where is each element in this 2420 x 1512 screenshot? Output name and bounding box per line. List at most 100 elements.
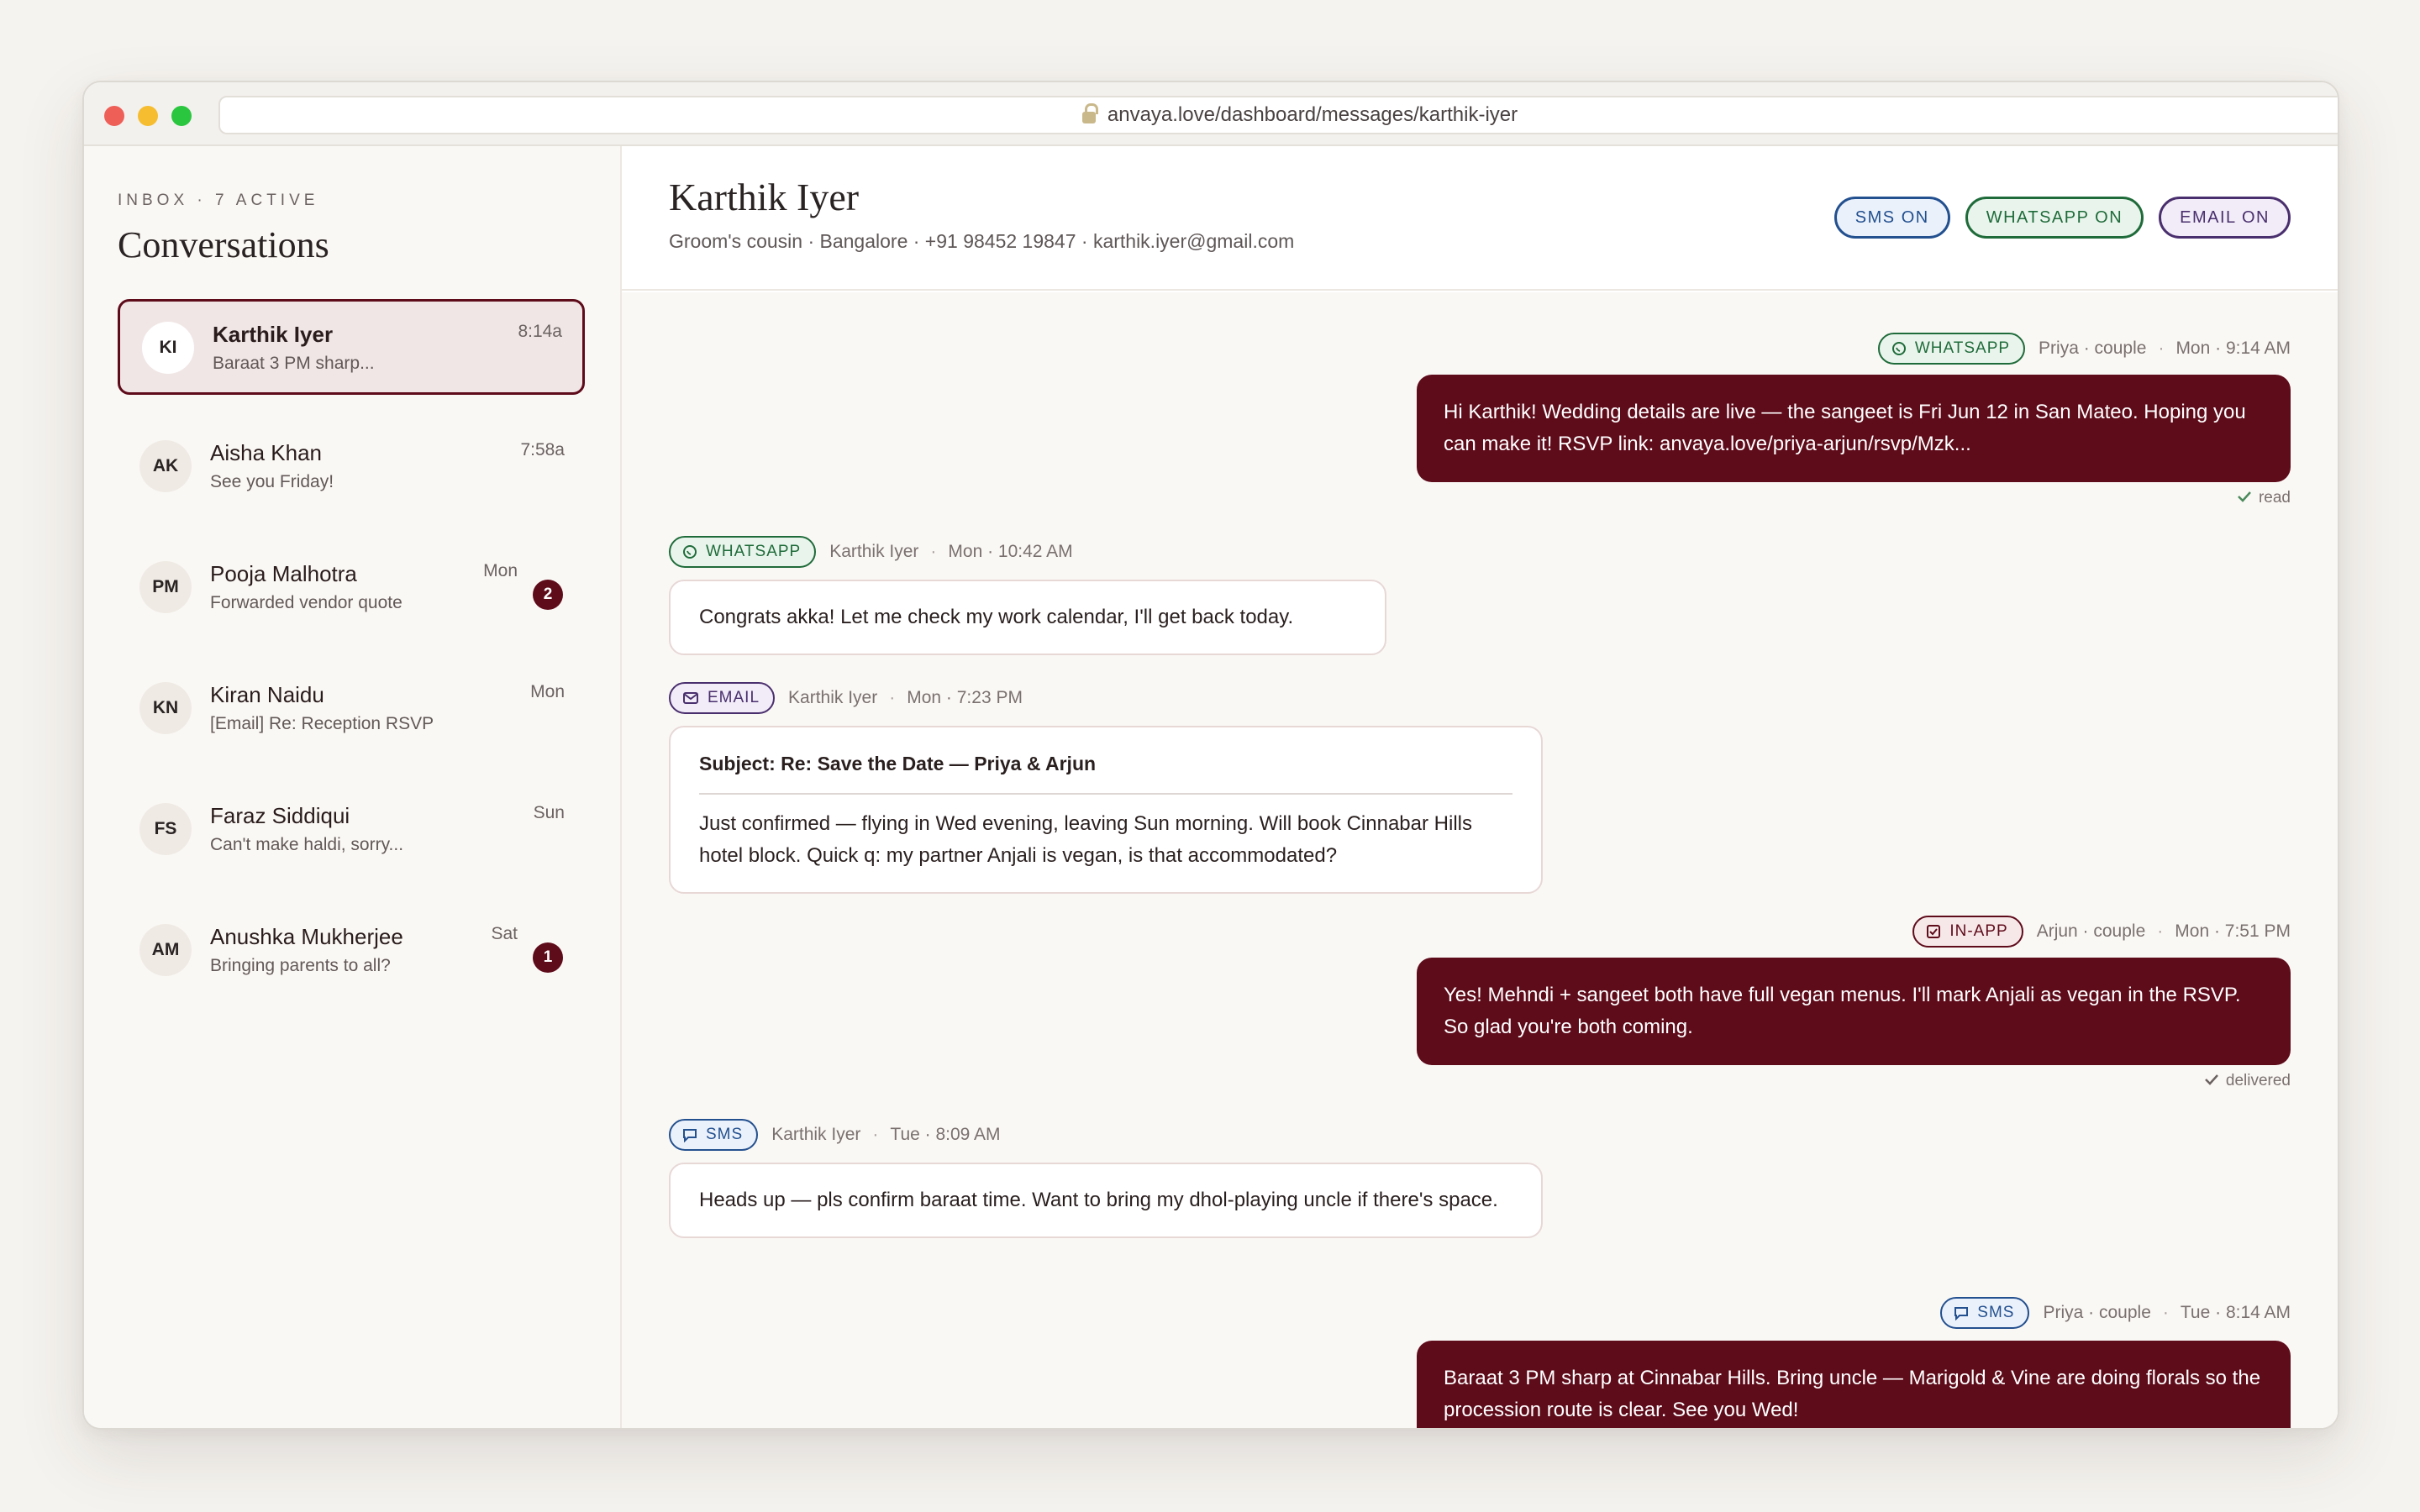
- channel-chip-email: EMAIL: [669, 682, 776, 714]
- message-bubble-incoming: Heads up — pls confirm baraat time. Want…: [669, 1163, 1543, 1238]
- conversation-preview: Baraat 3 PM sharp...: [213, 354, 375, 373]
- envelope-icon: [682, 691, 699, 705]
- conversation-time: 8:14a: [518, 322, 562, 341]
- conversation-preview: Forwarded vendor quote: [210, 593, 402, 612]
- minimize-window-button[interactable]: [138, 106, 158, 126]
- url-text: anvaya.love/dashboard/messages/karthik-i…: [1107, 103, 1518, 126]
- message-bubble-outgoing: Hi Karthik! Wedding details are live — t…: [1417, 375, 2291, 482]
- message-bubble-incoming: Congrats akka! Let me check my work cale…: [669, 580, 1386, 655]
- message-time: Mon · 10:42 AM: [948, 542, 1073, 561]
- conversation-item-karthik-iyer[interactable]: KI Karthik Iyer Baraat 3 PM sharp... 8:1…: [118, 299, 585, 395]
- whatsapp-toggle[interactable]: WHATSAPP ON: [1965, 197, 2144, 239]
- message-meta: SMS Priya · couple · Tue · 8:14 AM: [1940, 1297, 2291, 1329]
- whatsapp-icon: [682, 544, 697, 559]
- browser-titlebar: anvaya.love/dashboard/messages/karthik-i…: [84, 82, 2338, 146]
- email-message-card: Subject: Re: Save the Date — Priya & Arj…: [669, 726, 1543, 894]
- check-icon: [2204, 1072, 2219, 1090]
- channel-label: SMS: [1977, 1304, 2015, 1321]
- conversation-preview: [Email] Re: Reception RSVP: [210, 714, 434, 733]
- message-meta: WHATSAPP Karthik Iyer · Mon · 10:42 AM: [669, 536, 1073, 568]
- channel-label: SMS: [706, 1126, 744, 1143]
- unread-badge: 2: [533, 580, 563, 610]
- message-bubble-outgoing: Baraat 3 PM sharp at Cinnabar Hills. Bri…: [1417, 1341, 2291, 1428]
- channel-label: IN-APP: [1949, 922, 2008, 940]
- conversation-item-anushka-mukherjee[interactable]: AM Anushka Mukherjee Bringing parents to…: [118, 904, 585, 1000]
- channel-label: WHATSAPP: [1914, 339, 2011, 357]
- conversation-name: Anushka Mukherjee: [210, 924, 403, 949]
- browser-window: anvaya.love/dashboard/messages/karthik-i…: [82, 81, 2339, 1430]
- lock-icon: [1081, 103, 1098, 123]
- separator-dot: ·: [2158, 339, 2165, 358]
- message-sender: Priya · couple: [2039, 339, 2147, 358]
- separator-dot: ·: [930, 542, 937, 561]
- in-app-icon: [1926, 924, 1941, 939]
- email-subject: Subject: Re: Save the Date — Priya & Arj…: [699, 748, 1512, 795]
- message-meta: WHATSAPP Priya · couple · Mon · 9:14 AM: [1877, 333, 2291, 365]
- message-time: Tue · 8:14 AM: [2180, 1303, 2291, 1322]
- close-window-button[interactable]: [104, 106, 124, 126]
- conversation-item-faraz-siddiqui[interactable]: FS Faraz Siddiqui Can't make haldi, sorr…: [118, 783, 585, 879]
- message-sender: Karthik Iyer: [788, 688, 878, 707]
- conversation-preview: See you Friday!: [210, 472, 334, 491]
- sidebar-title: Conversations: [118, 224, 329, 265]
- message-meta: EMAIL Karthik Iyer · Mon · 7:23 PM: [669, 682, 1023, 714]
- sms-toggle[interactable]: SMS ON: [1833, 197, 1950, 239]
- channel-toggles: SMS ON WHATSAPP ON EMAIL ON: [1833, 197, 2291, 239]
- conversation-item-kiran-naidu[interactable]: KN Kiran Naidu [Email] Re: Reception RSV…: [118, 662, 585, 758]
- conversation-time: Mon: [530, 682, 565, 701]
- chat-bubble-icon: [1954, 1305, 1969, 1320]
- message-sender: Priya · couple: [2043, 1303, 2151, 1322]
- message-meta: IN-APP Arjun · couple · Mon · 7:51 PM: [1912, 916, 2291, 948]
- conversation-time: Sun: [533, 803, 565, 822]
- channel-chip-sms: SMS: [669, 1119, 759, 1151]
- conversation-name: Karthik Iyer: [213, 322, 334, 347]
- avatar: KN: [139, 682, 192, 734]
- channel-chip-in-app: IN-APP: [1912, 916, 2023, 948]
- unread-badge: 1: [533, 942, 563, 973]
- maximize-window-button[interactable]: [171, 106, 192, 126]
- separator-dot: ·: [2157, 921, 2164, 941]
- channel-chip-whatsapp: WHATSAPP: [1877, 333, 2026, 365]
- conversation-name: Aisha Khan: [210, 440, 322, 465]
- conversation-time: 7:58a: [520, 440, 565, 459]
- avatar: KI: [142, 322, 194, 374]
- message-sender: Arjun · couple: [2036, 921, 2146, 941]
- channel-chip-sms: SMS: [1940, 1297, 2030, 1329]
- channel-label: EMAIL: [708, 689, 760, 706]
- inbox-kicker: INBOX · 7 ACTIVE: [118, 192, 319, 209]
- conversation-preview: Can't make haldi, sorry...: [210, 835, 404, 854]
- contact-name: Karthik Iyer: [669, 176, 860, 218]
- conversation-panel: Karthik Iyer Groom's cousin · Bangalore …: [622, 146, 2338, 1428]
- message-meta: SMS Karthik Iyer · Tue · 8:09 AM: [669, 1119, 1001, 1151]
- status-label: delivered: [2225, 1072, 2291, 1089]
- separator-dot: ·: [872, 1125, 879, 1144]
- avatar: AM: [139, 924, 192, 976]
- message-time: Mon · 7:51 PM: [2175, 921, 2291, 941]
- chat-bubble-icon: [682, 1127, 697, 1142]
- conversation-name: Kiran Naidu: [210, 682, 324, 707]
- avatar: FS: [139, 803, 192, 855]
- message-sender: Karthik Iyer: [771, 1125, 861, 1144]
- conversation-item-aisha-khan[interactable]: AK Aisha Khan See you Friday! 7:58a: [118, 420, 585, 516]
- message-time: Mon · 7:23 PM: [907, 688, 1023, 707]
- address-bar[interactable]: anvaya.love/dashboard/messages/karthik-i…: [218, 96, 2338, 134]
- message-status: read: [2237, 489, 2291, 507]
- conversation-item-pooja-malhotra[interactable]: PM Pooja Malhotra Forwarded vendor quote…: [118, 541, 585, 637]
- email-toggle[interactable]: EMAIL ON: [2159, 197, 2291, 239]
- message-bubble-outgoing: Yes! Mehndi + sangeet both have full veg…: [1417, 958, 2291, 1065]
- avatar: AK: [139, 440, 192, 492]
- email-body: Just confirmed — flying in Wed evening, …: [699, 812, 1472, 867]
- check-icon: [2237, 489, 2252, 507]
- conversation-time: Mon: [483, 561, 518, 580]
- conversation-time: Sat: [491, 924, 518, 943]
- message-time: Tue · 8:09 AM: [890, 1125, 1001, 1144]
- channel-chip-whatsapp: WHATSAPP: [669, 536, 817, 568]
- channel-label: WHATSAPP: [706, 543, 802, 560]
- contact-details: Groom's cousin · Bangalore · +91 98452 1…: [669, 230, 1295, 252]
- message-thread[interactable]: WHATSAPP Priya · couple · Mon · 9:14 AM …: [622, 292, 2338, 1428]
- separator-dot: ·: [889, 688, 896, 707]
- conversation-header: Karthik Iyer Groom's cousin · Bangalore …: [622, 146, 2338, 291]
- conversation-name: Faraz Siddiqui: [210, 803, 350, 828]
- conversations-sidebar: INBOX · 7 ACTIVE Conversations KI Karthi…: [84, 146, 622, 1428]
- conversation-preview: Bringing parents to all?: [210, 956, 391, 975]
